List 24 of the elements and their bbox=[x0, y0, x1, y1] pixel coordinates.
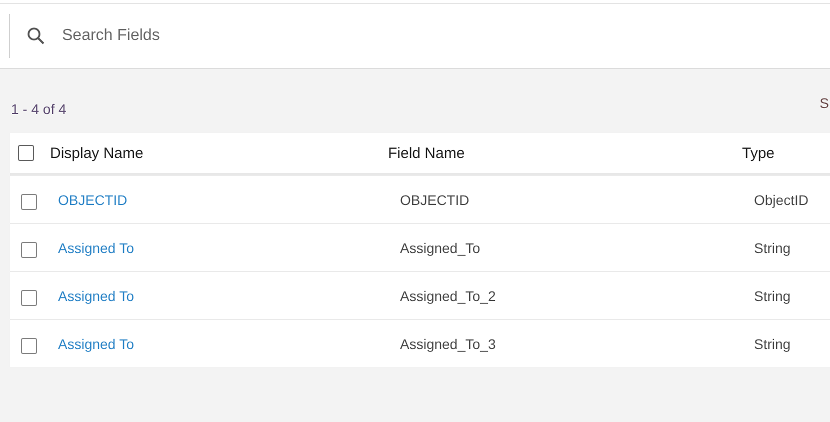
search-icon bbox=[27, 27, 45, 45]
display-name-link[interactable]: OBJECTID bbox=[58, 192, 400, 208]
display-name-link[interactable]: Assigned To bbox=[58, 336, 400, 352]
select-all-checkbox[interactable] bbox=[18, 145, 34, 161]
column-header[interactable]: Field Name bbox=[388, 144, 742, 162]
row-checkbox[interactable] bbox=[21, 194, 37, 210]
search-field[interactable]: Search Fields bbox=[60, 26, 664, 46]
column-header[interactable]: Display Name bbox=[50, 144, 388, 162]
column-header[interactable]: Type bbox=[742, 144, 775, 162]
table-cell: String bbox=[754, 336, 791, 352]
table-cell-text: Assigned_To bbox=[400, 240, 482, 256]
display-name-link[interactable]: Assigned To bbox=[58, 240, 400, 256]
table-cell: ObjectID bbox=[754, 192, 808, 208]
row-checkbox[interactable] bbox=[21, 338, 37, 354]
table-cell-text: Assigned_To_3 bbox=[400, 336, 497, 352]
result-count: 1 - 4 of 4 bbox=[11, 101, 66, 117]
display-name-link[interactable]: Assigned To bbox=[58, 288, 400, 304]
row-checkbox[interactable] bbox=[21, 242, 37, 258]
table-cell: String bbox=[754, 240, 791, 256]
table-cell-text: Assigned_To_2 bbox=[400, 288, 497, 304]
table-cell: String bbox=[754, 288, 791, 304]
row-checkbox[interactable] bbox=[21, 290, 37, 306]
toolbar-text: S bbox=[820, 95, 829, 111]
table-cell-text: OBJECTID bbox=[400, 192, 470, 208]
